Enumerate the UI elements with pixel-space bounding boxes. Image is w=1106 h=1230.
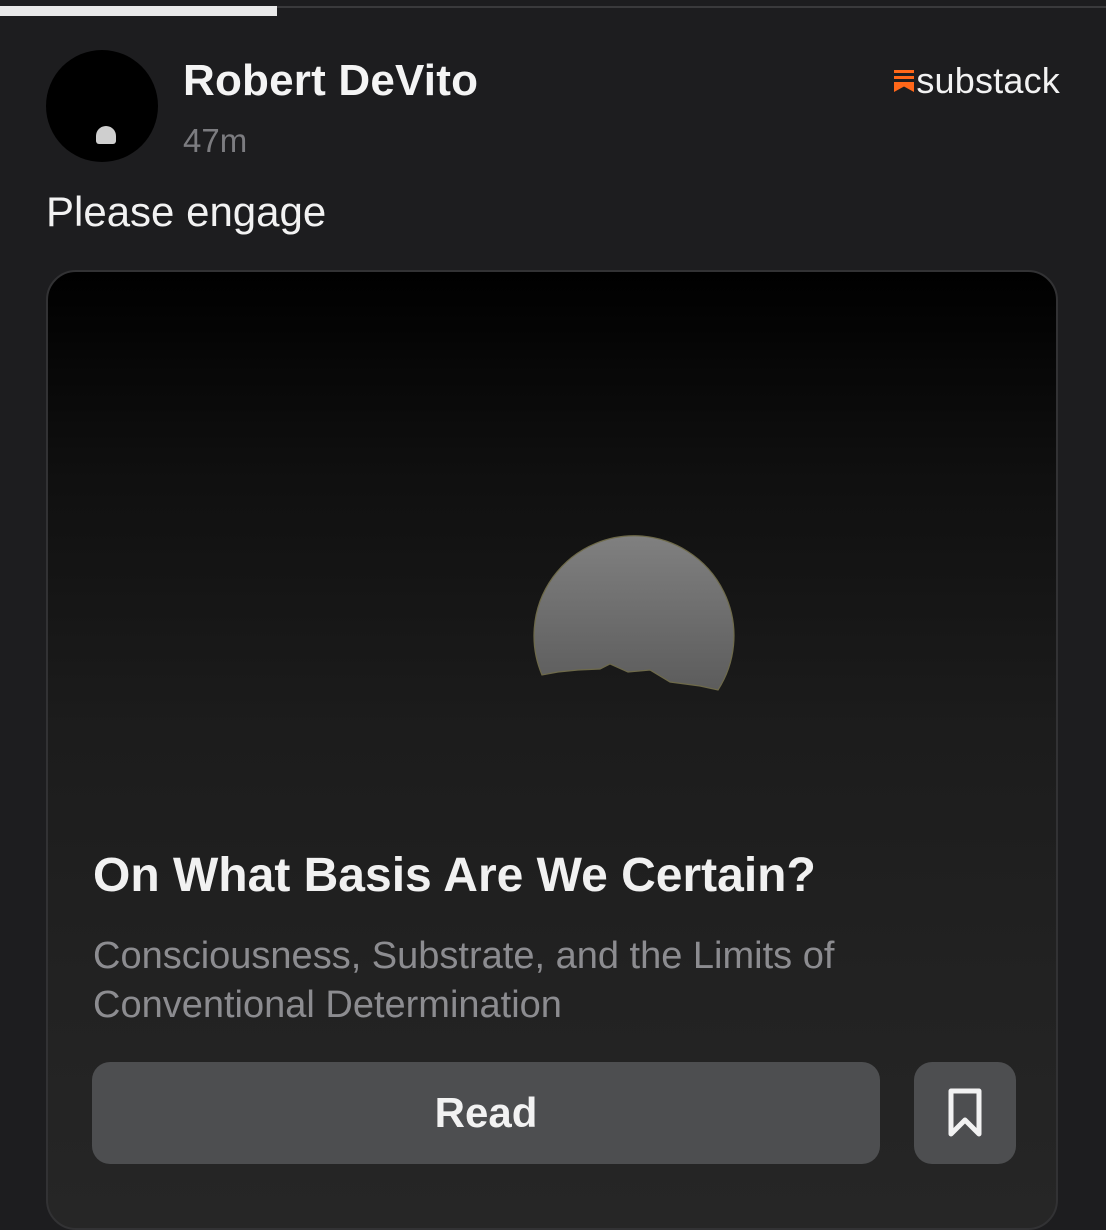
post-timestamp: 47m [183, 122, 248, 159]
source-name: substack [916, 60, 1060, 101]
post-text: Please engage [46, 188, 327, 235]
author-name[interactable]: Robert DeVito [183, 56, 478, 106]
article-card[interactable]: On What Basis Are We Certain? Consciousn… [46, 270, 1058, 1230]
reading-progress-bar [0, 6, 1106, 16]
article-title[interactable]: On What Basis Are We Certain? [93, 848, 816, 903]
avatar-moon-icon [96, 126, 116, 144]
article-cover-image [533, 535, 735, 691]
read-button[interactable]: Read [92, 1062, 880, 1164]
reading-progress-fill [0, 6, 277, 16]
bookmark-button[interactable] [914, 1062, 1016, 1164]
article-subtitle: Consciousness, Substrate, and the Limits… [93, 935, 835, 1026]
substack-logo-icon [894, 70, 915, 92]
substack-source-badge[interactable]: substack [894, 60, 1060, 102]
bookmark-icon [948, 1088, 982, 1137]
author-avatar[interactable] [46, 50, 158, 162]
